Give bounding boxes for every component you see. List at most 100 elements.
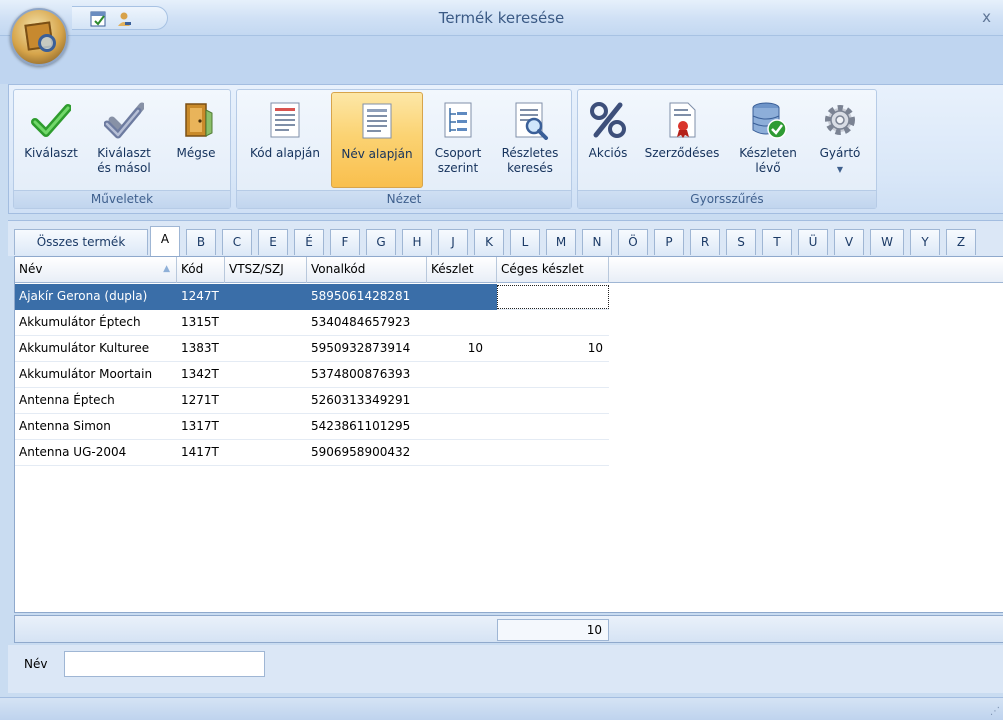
cell-code[interactable]: 1383T [177,336,225,362]
tab-letter-h[interactable]: H [402,229,432,255]
cell-name[interactable]: Akkumulátor Kulturee [15,336,177,362]
name-filter-input[interactable] [64,651,265,677]
select-button[interactable]: Kiválaszt [16,92,86,188]
tab-letter-g[interactable]: G [366,229,396,255]
cell-name[interactable]: Akkumulátor Moortain [15,362,177,388]
tab-letter-j[interactable]: J [438,229,468,255]
select-button-label: Kiválaszt [24,146,78,160]
cell-name[interactable]: Antenna UG-2004 [15,440,177,466]
cell-stock[interactable] [427,362,497,388]
cell-barcode[interactable]: 5895061428281 [307,284,427,310]
tab-letter-m[interactable]: M [546,229,576,255]
cell-name[interactable]: Akkumulátor Éptech [15,310,177,336]
column-header-company-stock[interactable]: Céges készlet [497,257,609,283]
cell-vtsz[interactable] [225,362,307,388]
table-row[interactable]: Akkumulátor Éptech 1315T 5340484657923 [15,310,609,336]
cell-code[interactable]: 1417T [177,440,225,466]
cell-company-stock[interactable] [497,414,609,440]
tab-letter-a[interactable]: A [150,226,180,257]
cell-name[interactable]: Ajakír Gerona (dupla) [15,284,177,310]
cell-company-stock[interactable] [497,440,609,466]
table-row[interactable]: Ajakír Gerona (dupla) 1247T 589506142828… [15,284,609,310]
manufacturer-filter-button[interactable]: Gyártó ▼ [810,92,870,188]
close-button[interactable]: x [982,8,991,26]
tab-letter-o-umlaut[interactable]: Ö [618,229,648,255]
on-sale-filter-button[interactable]: Akciós [582,92,634,188]
tab-letter-v[interactable]: V [834,229,864,255]
cell-barcode[interactable]: 5260313349291 [307,388,427,414]
cell-vtsz[interactable] [225,414,307,440]
cell-name[interactable]: Antenna Simon [15,414,177,440]
tab-letter-l[interactable]: L [510,229,540,255]
column-header-name[interactable]: Név ▲ [15,257,177,283]
cell-stock[interactable]: 10 [427,336,497,362]
tab-letter-k[interactable]: K [474,229,504,255]
table-row[interactable]: Akkumulátor Moortain 1342T 5374800876393 [15,362,609,388]
cell-code[interactable]: 1317T [177,414,225,440]
cancel-button[interactable]: Mégse [166,92,226,188]
resize-grip-icon[interactable]: ⋰ [990,706,1000,717]
tab-all-products[interactable]: Összes termék [14,229,148,255]
application-menu-button[interactable] [10,8,68,66]
cell-stock[interactable] [427,284,497,310]
tab-letter-n[interactable]: N [582,229,612,255]
column-header-code[interactable]: Kód [177,257,225,283]
detailed-search-button[interactable]: Részletes keresés [493,92,567,188]
cell-company-stock[interactable] [497,362,609,388]
tab-letter-s[interactable]: S [726,229,756,255]
cell-name[interactable]: Antenna Éptech [15,388,177,414]
cell-stock[interactable] [427,440,497,466]
cell-stock[interactable] [427,310,497,336]
window-title: Termék keresése [438,9,565,27]
cell-company-stock[interactable] [497,310,609,336]
tab-letter-b[interactable]: B [186,229,216,255]
tab-letter-e-acute[interactable]: É [294,229,324,255]
cell-barcode[interactable]: 5340484657923 [307,310,427,336]
column-header-stock[interactable]: Készlet [427,257,497,283]
tab-letter-p[interactable]: P [654,229,684,255]
cell-barcode[interactable]: 5374800876393 [307,362,427,388]
cell-barcode[interactable]: 5906958900432 [307,440,427,466]
grid-header: Név ▲ Kód VTSZ/SZJ Vonalkód Készlet Cége… [15,257,1003,283]
contract-filter-button[interactable]: Szerződéses [636,92,728,188]
table-row[interactable]: Antenna UG-2004 1417T 5906958900432 [15,440,609,466]
table-row[interactable]: Antenna Éptech 1271T 5260313349291 [15,388,609,414]
group-by-button[interactable]: Csoport szerint [427,92,489,188]
tab-letter-w[interactable]: W [870,229,904,255]
cell-stock[interactable] [427,388,497,414]
cell-company-stock[interactable] [497,388,609,414]
cell-vtsz[interactable] [225,310,307,336]
table-row[interactable]: Antenna Simon 1317T 5423861101295 [15,414,609,440]
cell-barcode[interactable]: 5950932873914 [307,336,427,362]
cell-vtsz[interactable] [225,388,307,414]
cell-code[interactable]: 1247T [177,284,225,310]
column-header-vtsz[interactable]: VTSZ/SZJ [225,257,307,283]
cell-code[interactable]: 1315T [177,310,225,336]
tab-letter-r[interactable]: R [690,229,720,255]
column-header-barcode[interactable]: Vonalkód [307,257,427,283]
cell-vtsz[interactable] [225,440,307,466]
select-and-copy-button[interactable]: Kiválaszt és másol [86,92,162,188]
cell-company-stock[interactable]: 10 [497,336,609,362]
tab-letter-t[interactable]: T [762,229,792,255]
in-stock-filter-button[interactable]: Készleten lévő [730,92,806,188]
cell-vtsz[interactable] [225,336,307,362]
view-by-code-button[interactable]: Kód alapján [241,92,329,188]
cell-barcode[interactable]: 5423861101295 [307,414,427,440]
view-by-name-button[interactable]: Név alapján [331,92,423,188]
tab-letter-e[interactable]: E [258,229,288,255]
tab-letter-y[interactable]: Y [910,229,940,255]
on-sale-label: Akciós [588,146,628,160]
cell-stock[interactable] [427,414,497,440]
focused-cell-company-stock[interactable] [497,285,609,309]
filter-bar: Név [8,645,1003,693]
cell-code[interactable]: 1271T [177,388,225,414]
cell-vtsz[interactable] [225,284,307,310]
tab-letter-u-umlaut[interactable]: Ü [798,229,828,255]
table-row[interactable]: Akkumulátor Kulturee 1383T 5950932873914… [15,336,609,362]
tab-letter-z[interactable]: Z [946,229,976,255]
manufacturer-label: Gyártó [819,146,861,160]
tab-letter-f[interactable]: F [330,229,360,255]
cell-code[interactable]: 1342T [177,362,225,388]
tab-letter-c[interactable]: C [222,229,252,255]
